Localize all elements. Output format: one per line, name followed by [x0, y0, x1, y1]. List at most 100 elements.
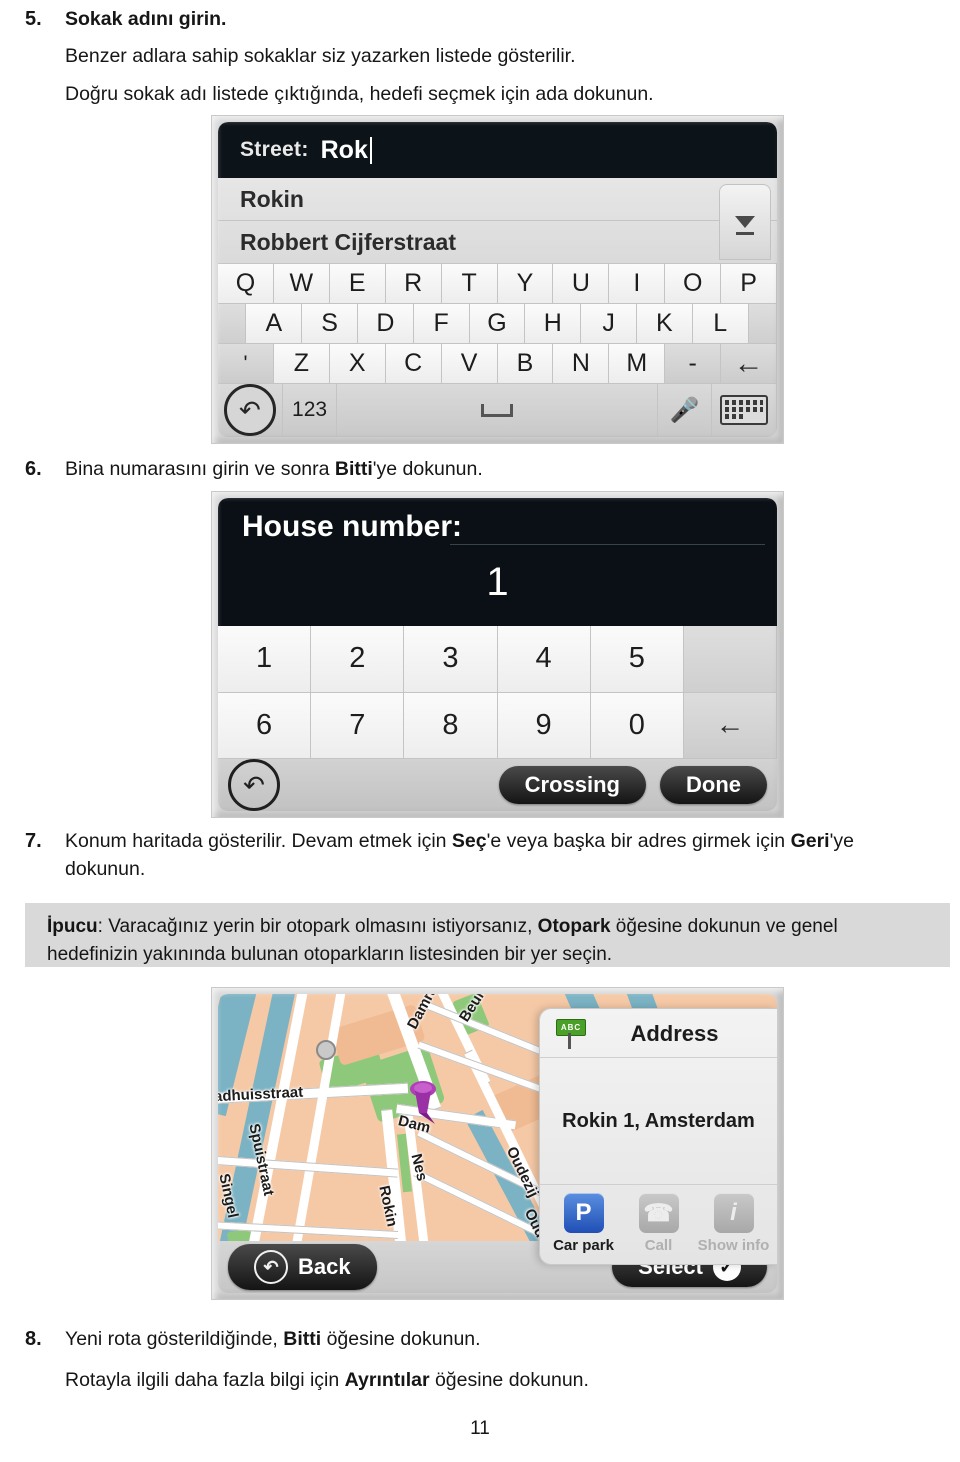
tip-b1: Otopark	[537, 916, 611, 937]
space-bar-icon	[480, 403, 513, 417]
key-i[interactable]: I	[609, 264, 666, 304]
key-7[interactable]: 7	[311, 692, 405, 759]
destination-pin-icon	[410, 1081, 436, 1124]
key-space[interactable]	[337, 384, 658, 437]
step-7-t1: Konum haritada gösterilir. Devam etmek i…	[65, 830, 452, 852]
tip-label: İpucu	[47, 916, 98, 937]
scroll-down-button[interactable]	[719, 184, 771, 260]
back-button[interactable]: ↶ Back	[228, 1244, 377, 1290]
map-label-raadhuisstraat: adhuisstraat	[218, 1083, 304, 1106]
key-g[interactable]: G	[469, 304, 526, 344]
step-6-number: 6.	[25, 458, 42, 480]
key-b[interactable]: B	[497, 344, 554, 384]
abc-plate: ABC	[556, 1019, 586, 1036]
key-1[interactable]: 1	[218, 626, 312, 693]
key-f[interactable]: F	[413, 304, 470, 344]
key-2[interactable]: 2	[311, 626, 405, 693]
keyboard-icon	[720, 395, 769, 425]
key-r[interactable]: R	[385, 264, 442, 304]
key-123[interactable]: 123	[282, 384, 338, 437]
page-number: 11	[470, 1418, 490, 1439]
house-number-label: House number:	[242, 510, 463, 543]
step-7-b1: Seç	[451, 830, 487, 852]
keypad-row-2: 6 7 8 9 0 ←	[218, 692, 777, 759]
house-number-display: House number: 1	[218, 498, 777, 626]
backspace-icon[interactable]: ←	[721, 344, 777, 384]
key-n[interactable]: N	[553, 344, 610, 384]
voice-input-button[interactable]: 🎤	[657, 384, 713, 437]
step-8-para-t2: öğesine dokunun.	[429, 1369, 589, 1391]
key-9[interactable]: 9	[497, 692, 591, 759]
step-6-text: Bina numarasını girin ve sonra Bitti'ye …	[65, 455, 935, 483]
key-o[interactable]: O	[665, 264, 722, 304]
key-q[interactable]: Q	[218, 264, 274, 304]
keyboard-row-2: A S D F G H J K L	[218, 304, 777, 344]
key-d[interactable]: D	[358, 304, 414, 344]
house-bottom-bar: ↶ Crossing Done	[218, 759, 777, 811]
car-park-action[interactable]: P Car park	[549, 1193, 619, 1254]
key-apostrophe[interactable]: '	[218, 344, 274, 384]
key-5[interactable]: 5	[590, 626, 684, 693]
street-title-bar: Street: Rok	[218, 122, 777, 178]
key-c[interactable]: C	[385, 344, 442, 384]
key-blank	[683, 626, 777, 693]
street-field-label: Street:	[240, 138, 309, 161]
key-e[interactable]: E	[329, 264, 386, 304]
step-7-t2: 'e veya başka bir adres girmek için	[486, 830, 791, 852]
step-5-title: Sokak adını girin.	[65, 8, 227, 30]
done-button[interactable]: Done	[660, 766, 767, 804]
undo-arrow-icon: ↶	[223, 384, 276, 436]
crossing-button[interactable]: Crossing	[498, 766, 646, 804]
step-8-b1: Bitti	[283, 1328, 322, 1350]
key-8[interactable]: 8	[404, 692, 498, 759]
keyboard-layout-button[interactable]	[712, 384, 777, 437]
key-k[interactable]: K	[636, 304, 693, 344]
list-item[interactable]: Rokin	[218, 178, 777, 221]
key-4[interactable]: 4	[497, 626, 591, 693]
key-h[interactable]: H	[525, 304, 582, 344]
step-6-text-before: Bina numarasını girin ve sonra	[65, 458, 335, 480]
key-z[interactable]: Z	[273, 344, 330, 384]
key-a[interactable]: A	[246, 304, 303, 344]
step-8-text: Yeni rota gösterildiğinde, Bitti öğesine…	[65, 1325, 935, 1353]
key-l[interactable]: L	[692, 304, 749, 344]
step-8-t1: Yeni rota gösterildiğinde,	[65, 1328, 284, 1350]
list-item[interactable]: Robbert Cijferstraat	[218, 221, 777, 264]
car-park-label: Car park	[553, 1237, 614, 1254]
key-0[interactable]: 0	[590, 692, 684, 759]
key-u[interactable]: U	[553, 264, 610, 304]
triangle-down-icon	[735, 216, 755, 235]
key-w[interactable]: W	[273, 264, 330, 304]
step-7-text: Konum haritada gösterilir. Devam etmek i…	[65, 827, 935, 883]
undo-button[interactable]: ↶	[218, 384, 283, 437]
key-x[interactable]: X	[329, 344, 386, 384]
numeric-keypad: 1 2 3 4 5 6 7 8 9 0 ←	[218, 626, 777, 759]
step-8-para-b1: Ayrıntılar	[344, 1369, 430, 1391]
key-y[interactable]: Y	[497, 264, 554, 304]
back-label: Back	[298, 1254, 351, 1279]
step-5-number: 5.	[25, 8, 42, 30]
key-hyphen[interactable]: -	[665, 344, 722, 384]
step-5: 5. Sokak adını girin.	[25, 5, 935, 33]
info-icon: i	[713, 1193, 754, 1233]
undo-arrow-icon[interactable]: ↶	[228, 759, 280, 811]
house-number-screenshot: House number: 1 1 2 3 4 5 6 7 8 9 0 ← ↶ …	[212, 492, 783, 817]
street-entry-screenshot: Street: Rok Rokin Robbert Cijferstraat Q…	[212, 116, 783, 443]
key-j[interactable]: J	[581, 304, 637, 344]
key-s[interactable]: S	[302, 304, 358, 344]
step-5-para-1: Benzer adlara sahip sokaklar siz yazarke…	[65, 45, 576, 67]
street-screen-inner: Street: Rok Rokin Robbert Cijferstraat Q…	[218, 122, 777, 437]
keyboard-row-4: ↶ 123 🎤	[218, 384, 777, 437]
step-8-para: Rotayla ilgili daha fazla bilgi için Ayr…	[65, 1366, 945, 1394]
key-p[interactable]: P	[721, 264, 777, 304]
step-6-text-after: 'ye dokunun.	[372, 458, 483, 480]
key-3[interactable]: 3	[404, 626, 498, 693]
backspace-icon[interactable]: ←	[683, 692, 777, 759]
street-field-value[interactable]: Rok	[321, 136, 368, 165]
keyboard-row-1: Q W E R T Y U I O P	[218, 264, 777, 304]
key-6[interactable]: 6	[218, 692, 312, 759]
show-info-label: Show info	[697, 1237, 770, 1254]
key-m[interactable]: M	[609, 344, 666, 384]
key-v[interactable]: V	[441, 344, 498, 384]
key-t[interactable]: T	[441, 264, 498, 304]
